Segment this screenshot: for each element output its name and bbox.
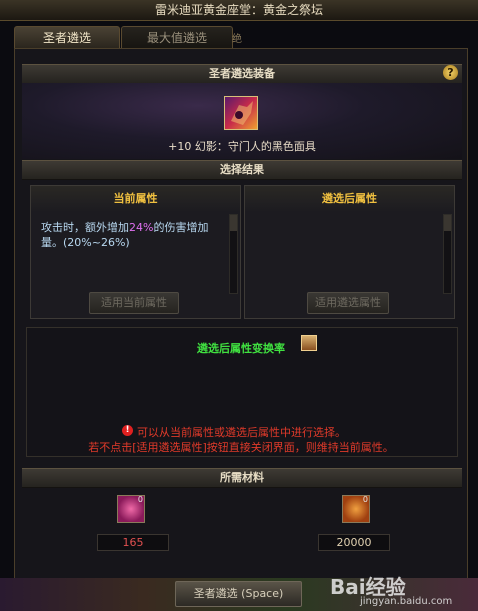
- current-attribute-title: 当前属性: [31, 186, 240, 212]
- current-attribute-value: 24%: [129, 221, 154, 234]
- window-title: 雷米迪亚黄金座堂：黄金之祭坛: [0, 0, 478, 21]
- help-icon[interactable]: ?: [443, 65, 458, 80]
- material-count: 20000: [318, 534, 390, 551]
- saint-selection-button[interactable]: 圣者遴选 (Space): [175, 581, 302, 607]
- scrollbar-thumb[interactable]: [444, 215, 451, 231]
- watermark-url: jingyan.baidu.com: [360, 596, 453, 607]
- notice-line-1: 可以从当前属性或遴选后属性中进行选择。: [137, 426, 346, 439]
- result-section-header: 选择结果: [22, 160, 462, 180]
- gold-ore-icon[interactable]: 0: [342, 495, 370, 523]
- apply-selected-attribute-button[interactable]: 适用遴选属性: [307, 292, 389, 314]
- material-badge: 0: [362, 495, 368, 504]
- scroll-icon[interactable]: [301, 335, 317, 351]
- notice-line-2: 若不点击[适用遴选属性]按钮直接关闭界面，则维持当前属性。: [88, 441, 394, 454]
- orb-icon[interactable]: 0: [117, 495, 145, 523]
- after-attribute-title: 遴选后属性: [245, 186, 454, 212]
- apply-current-attribute-button[interactable]: 适用当前属性: [89, 292, 179, 314]
- mask-graphic-icon: [231, 101, 253, 125]
- scrollbar-thumb[interactable]: [230, 215, 237, 231]
- after-attribute-scrollbar[interactable]: [443, 214, 452, 294]
- material-count: 165: [97, 534, 169, 551]
- current-attribute-box: 当前属性 攻击时，额外增加24%的伤害增加量。(20%~26%) 适用当前属性: [30, 185, 241, 319]
- equip-item-name: +10 幻影：守门人的黑色面具: [168, 140, 316, 153]
- tab-overflow-text: 绝: [232, 34, 242, 45]
- material-badge: 0: [137, 495, 143, 504]
- tab-max-selection[interactable]: 最大值遴选: [121, 26, 233, 49]
- current-attribute-text: 攻击时，额外增加24%的伤害增加量。(20%~26%): [41, 220, 225, 250]
- tab-saint-selection[interactable]: 圣者遴选: [14, 26, 120, 49]
- current-attribute-scrollbar[interactable]: [229, 214, 238, 294]
- after-attribute-box: 遴选后属性 适用遴选属性: [244, 185, 455, 319]
- materials-section-header: 所需材料: [22, 468, 462, 488]
- mask-item-icon[interactable]: [224, 96, 258, 130]
- equip-section-header: 圣者遴选装备: [22, 64, 462, 84]
- conversion-rate-title: 遴选后属性变换率: [197, 342, 285, 355]
- warning-icon: !: [122, 425, 133, 436]
- current-attribute-text-pre: 攻击时，额外增加: [41, 221, 129, 234]
